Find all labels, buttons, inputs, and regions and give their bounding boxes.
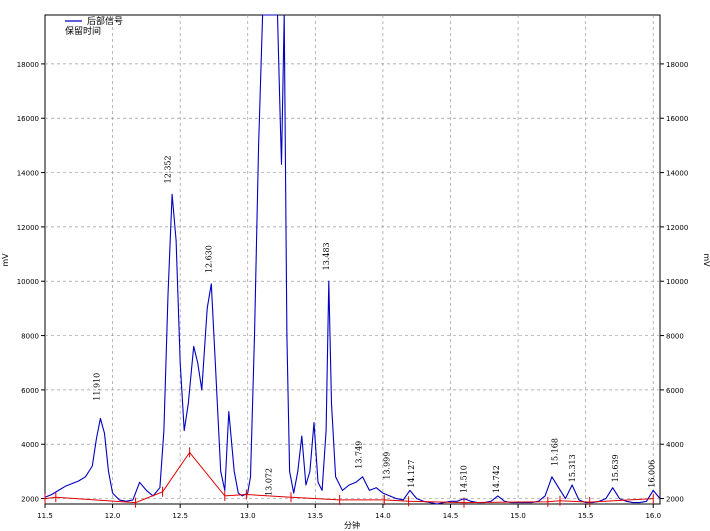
x-tick-label: 15.5 <box>578 512 594 520</box>
y-tick-label-left: 18000 <box>17 61 39 69</box>
x-tick-label: 13.0 <box>240 512 256 520</box>
y-tick-label-left: 10000 <box>17 278 39 286</box>
y-tick-label-right: 8000 <box>666 333 684 341</box>
y-tick-label-right: 2000 <box>666 496 684 504</box>
x-axis-title: 分钟 <box>344 520 360 530</box>
peak-label: 11.910 <box>93 373 102 401</box>
y-axis-title-left: mV <box>1 253 10 267</box>
y-axis-left: 2000 4000 6000 8000 10000 12000 14000 16000 1800… <box>17 61 45 504</box>
y-tick-label-right: 10000 <box>666 278 688 286</box>
peak-label: 15.313 <box>568 454 577 482</box>
y-tick-label-left: 2000 <box>21 496 39 504</box>
peak-label: 14.510 <box>460 465 469 493</box>
peak-label: 13.999 <box>383 452 392 480</box>
x-tick-label: 16.0 <box>645 512 661 520</box>
x-tick-label: 13.5 <box>308 512 324 520</box>
peak-label: 12.630 <box>204 245 213 273</box>
peak-label: 15.639 <box>611 454 620 482</box>
y-tick-label-right: 6000 <box>666 387 684 395</box>
x-tick-label: 14.0 <box>375 512 391 520</box>
legend-entry-signal: 后部信号 <box>87 15 123 27</box>
y-tick-label-left: 4000 <box>21 441 39 449</box>
x-tick-label: 11.5 <box>37 512 53 520</box>
peak-label: 15.168 <box>550 438 559 466</box>
x-axis: 11.5 12.0 12.5 13.0 13.5 14.0 14.5 15.0 15.5 16.0 <box>37 504 661 520</box>
x-tick-label: 12.5 <box>172 512 188 520</box>
y-tick-label-left: 8000 <box>21 333 39 341</box>
y-tick-label-right: 4000 <box>666 441 684 449</box>
peak-label: 13.483 <box>322 242 331 270</box>
y-tick-label-left: 12000 <box>17 224 39 232</box>
peak-label: 12.352 <box>164 155 173 183</box>
peak-label: 13.749 <box>354 441 363 469</box>
y-tick-label-right: 18000 <box>666 61 688 69</box>
peak-label: 14.742 <box>492 465 501 493</box>
x-tick-label: 12.0 <box>105 512 121 520</box>
y-tick-label-left: 16000 <box>17 115 39 123</box>
y-tick-label-right: 14000 <box>666 170 688 178</box>
peak-label: 14.127 <box>407 460 416 488</box>
chromatogram-chart: 11.5 12.0 12.5 13.0 13.5 14.0 14.5 15.0 15.5 16.0… <box>1 14 710 530</box>
plot-frame <box>44 14 661 505</box>
y-tick-label-right: 12000 <box>666 224 688 232</box>
x-tick-label: 15.0 <box>510 512 526 520</box>
y-tick-label-left: 14000 <box>17 170 39 178</box>
y-tick-label-right: 16000 <box>666 115 688 123</box>
x-tick-label: 14.5 <box>443 512 459 520</box>
peak-label: 13.072 <box>264 468 273 496</box>
peak-label: 16.006 <box>648 460 657 488</box>
y-axis-right: 2000 4000 6000 8000 10000 12000 14000 16000 1800… <box>660 61 688 504</box>
y-axis-title-right: mV <box>702 253 710 267</box>
legend-entry-retention-time: 保留时间 <box>65 25 101 37</box>
y-tick-label-left: 6000 <box>21 387 39 395</box>
